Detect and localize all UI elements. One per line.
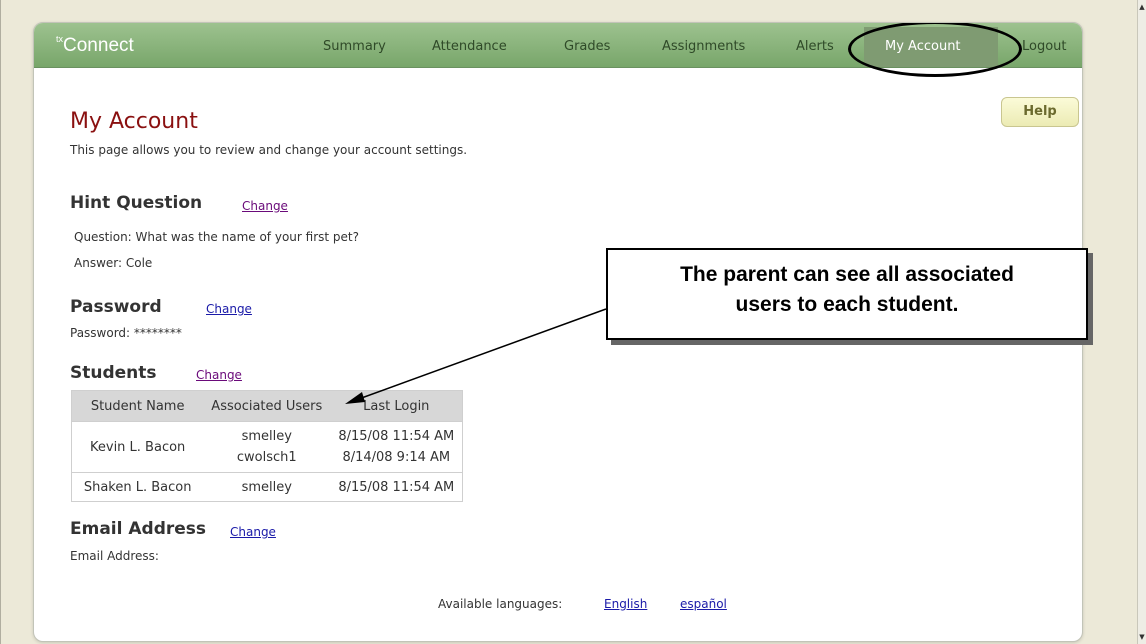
english-link[interactable]: English — [604, 597, 647, 611]
password-value: Password: ******** — [70, 326, 182, 340]
associated-user: cwolsch1 — [236, 450, 297, 465]
callout-line-1: The parent can see all associated — [680, 263, 1014, 286]
scroll-down-icon[interactable]: ▼ — [1138, 630, 1146, 644]
email-label: Email Address: — [70, 549, 159, 563]
hint-answer-text: Answer: Cole — [74, 256, 153, 270]
last-login-value: 8/15/08 11:54 AM — [338, 429, 455, 444]
nav-summary[interactable]: Summary — [323, 39, 386, 54]
hint-question-text: Question: What was the name of your firs… — [74, 230, 359, 244]
nav-assignments[interactable]: Assignments — [662, 39, 745, 54]
hint-change-link[interactable]: Change — [242, 199, 288, 213]
callout-line-2: users to each student. — [735, 293, 959, 316]
password-change-link[interactable]: Change — [206, 302, 252, 316]
nav-alerts[interactable]: Alerts — [796, 39, 834, 54]
header-associated-users: Associated Users — [203, 390, 331, 422]
annotation-callout: The parent can see all associated users … — [606, 248, 1088, 340]
student-name-cell: Shaken L. Bacon — [71, 472, 204, 502]
associated-users-cell: smelley — [203, 472, 331, 502]
students-change-link[interactable]: Change — [196, 368, 242, 382]
nav-grades[interactable]: Grades — [564, 39, 610, 54]
last-login-cell: 8/15/08 11:54 AM — [330, 472, 463, 502]
vertical-scrollbar[interactable]: ▲ ▼ — [1137, 0, 1146, 644]
students-table: Student Name Associated Users Last Login… — [71, 390, 464, 502]
students-heading: Students — [70, 363, 157, 383]
page-description: This page allows you to review and chang… — [70, 143, 468, 157]
email-change-link[interactable]: Change — [230, 525, 276, 539]
logo-text: Connect — [63, 35, 134, 56]
txconnect-logo[interactable]: txConnect — [56, 33, 134, 57]
password-heading: Password — [70, 297, 162, 317]
last-login-value: 8/14/08 9:14 AM — [342, 450, 451, 465]
table-header-row: Student Name Associated Users Last Login — [71, 390, 463, 422]
email-heading: Email Address — [70, 519, 207, 539]
table-row: Shaken L. Bacon smelley 8/15/08 11:54 AM — [71, 472, 463, 502]
associated-users-cell: smelley cwolsch1 — [203, 421, 331, 473]
header-last-login: Last Login — [330, 390, 463, 422]
associated-user: smelley — [241, 429, 292, 444]
student-name-cell: Kevin L. Bacon — [71, 421, 204, 473]
highlight-ellipse — [848, 23, 1022, 77]
hint-question-heading: Hint Question — [70, 193, 203, 213]
spanish-link[interactable]: español — [680, 597, 727, 611]
table-row: Kevin L. Bacon smelley cwolsch1 8/15/08 … — [71, 421, 463, 473]
page-title: My Account — [70, 109, 198, 134]
header-student-name: Student Name — [71, 390, 204, 422]
nav-logout[interactable]: Logout — [1022, 39, 1067, 54]
nav-attendance[interactable]: Attendance — [432, 39, 507, 54]
logo-prefix: tx — [56, 33, 64, 44]
languages-label: Available languages: — [438, 597, 563, 611]
last-login-cell: 8/15/08 11:54 AM 8/14/08 9:14 AM — [330, 421, 463, 473]
scroll-up-icon[interactable]: ▲ — [1138, 0, 1146, 14]
help-button[interactable]: Help — [1001, 97, 1079, 127]
